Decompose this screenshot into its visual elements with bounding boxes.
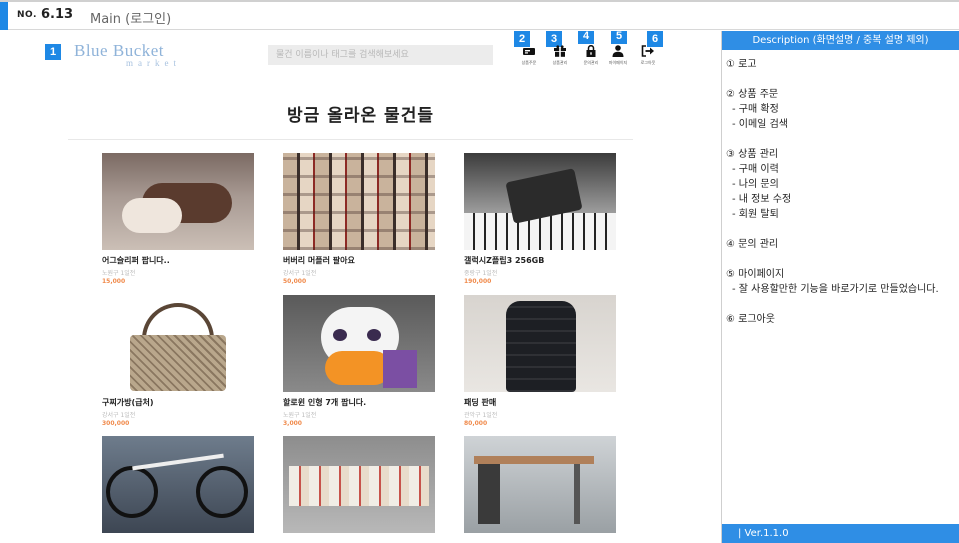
lock-icon <box>586 45 596 57</box>
description-subitem: - 나의 문의 <box>732 179 779 190</box>
description-subitem: - 구매 확정 <box>732 104 779 115</box>
description-item: ⑤ 마이페이지 - 잘 사용할만한 기능을 바로가기로 만들었습니다. <box>726 267 955 297</box>
description-item-title: ③ 상품 관리 <box>726 149 779 160</box>
description-item: ① 로고 <box>726 57 955 72</box>
product-image <box>102 295 254 392</box>
product-image <box>102 436 254 533</box>
product-name: 패딩 판매 <box>464 398 497 407</box>
page-title: 방금 올라온 물건들 <box>287 106 434 126</box>
annotation-badge-5: 5 <box>611 31 627 44</box>
version-label: | Ver.1.1.0 <box>722 524 959 543</box>
description-subitem: - 구매 이력 <box>732 164 779 175</box>
logo-subtext: market <box>126 58 181 68</box>
search-input[interactable] <box>268 45 493 65</box>
product-card[interactable] <box>283 436 435 538</box>
product-name: 어그슬리퍼 팝니다.. <box>102 256 170 265</box>
header-title: Main (로그인) <box>90 12 172 27</box>
screen-canvas: 1 2 3 4 5 6 Blue Bucket market 상품주문 <box>0 31 721 543</box>
product-card[interactable]: 패딩 판매 관악구 1일전 80,000 <box>464 295 616 427</box>
description-item-title: ① 로고 <box>726 59 757 70</box>
description-subitem: - 회원 탈퇴 <box>732 209 779 220</box>
description-subitem: - 잘 사용할만한 기능을 바로가기로 만들었습니다. <box>732 284 939 295</box>
description-item-title: ⑤ 마이페이지 <box>726 269 785 280</box>
product-price: 300,000 <box>102 420 130 427</box>
description-title: Description (화면설명 / 중복 설명 제외) <box>722 31 959 50</box>
product-card[interactable]: 갤럭시Z플립3 256GB 중랑구 1일전 190,000 <box>464 153 616 285</box>
storyboard-header: NO. 6.13 Main (로그인) <box>0 2 959 30</box>
nav-logout[interactable]: 로그아웃 <box>635 45 661 66</box>
product-card[interactable]: 구찌가방(급처) 강서구 1일전 300,000 <box>102 295 254 427</box>
nav-inquiry-label: 문의관리 <box>583 60 599 65</box>
product-image <box>283 295 435 392</box>
product-image <box>464 295 616 392</box>
logo[interactable]: Blue Bucket market <box>74 41 181 68</box>
order-icon <box>523 48 535 55</box>
product-location: 관악구 1일전 <box>464 412 498 419</box>
product-card[interactable]: 버버리 머플러 팔아요 강서구 1일전 50,000 <box>283 153 435 285</box>
product-location: 노원구 1일전 <box>283 412 317 419</box>
product-card[interactable]: 어그슬리퍼 팝니다.. 노원구 1일전 15,000 <box>102 153 254 285</box>
product-image <box>102 153 254 250</box>
description-item: ② 상품 주문 - 구매 확정 - 이메일 검색 <box>726 87 955 132</box>
logout-icon <box>641 45 654 57</box>
annotation-badge-4: 4 <box>578 31 594 44</box>
description-item: ⑥ 로그아웃 <box>726 312 955 327</box>
description-item: ④ 문의 관리 <box>726 237 955 252</box>
description-subitem: - 내 정보 수정 <box>732 194 792 205</box>
description-item-title: ④ 문의 관리 <box>726 239 779 250</box>
product-image <box>283 436 435 533</box>
product-price: 15,000 <box>102 278 126 285</box>
description-subitem: - 이메일 검색 <box>732 119 788 130</box>
product-price: 190,000 <box>464 278 492 285</box>
product-image <box>464 153 616 250</box>
nav-order-label: 상품주문 <box>521 60 537 65</box>
product-name: 구찌가방(급처) <box>102 398 154 407</box>
description-item-title: ② 상품 주문 <box>726 89 779 100</box>
nav-logout-label: 로그아웃 <box>640 60 656 65</box>
divider <box>68 139 633 140</box>
nav-goods[interactable]: 상품관리 <box>547 45 573 66</box>
nav-mypage-label: 마이페이지 <box>608 60 628 65</box>
product-location: 노원구 1일전 <box>102 270 136 277</box>
nav-goods-label: 상품관리 <box>552 60 568 65</box>
product-card[interactable] <box>464 436 616 538</box>
nav-mypage[interactable]: 마이페이지 <box>605 45 631 66</box>
description-item-title: ⑥ 로그아웃 <box>726 314 775 325</box>
product-location: 강서구 1일전 <box>102 412 136 419</box>
header-accent-bar <box>0 2 8 30</box>
nav-inquiry[interactable]: 문의관리 <box>578 45 604 66</box>
gift-icon <box>554 45 566 57</box>
annotation-badge-1: 1 <box>45 44 61 60</box>
product-card[interactable] <box>102 436 254 538</box>
user-icon <box>612 45 624 57</box>
header-no-label: NO. <box>17 10 37 20</box>
product-name: 할로윈 인형 7개 팝니다. <box>283 398 367 407</box>
product-price: 50,000 <box>283 278 307 285</box>
product-location: 중랑구 1일전 <box>464 270 498 277</box>
header-number: 6.13 <box>41 7 74 22</box>
storyboard-frame: NO. 6.13 Main (로그인) 1 2 3 4 5 6 Blue Buc… <box>0 0 959 543</box>
product-image <box>464 436 616 533</box>
product-name: 갤럭시Z플립3 256GB <box>464 256 545 265</box>
description-body: ① 로고 ② 상품 주문 - 구매 확정 - 이메일 검색 ③ 상품 관리 - 구매 이력… <box>722 50 959 327</box>
description-panel: Description (화면설명 / 중복 설명 제외) ① 로고 ② 상품 주… <box>721 31 959 543</box>
product-price: 80,000 <box>464 420 488 427</box>
nav-order[interactable]: 상품주문 <box>516 45 542 66</box>
product-card[interactable]: 할로윈 인형 7개 팝니다. 노원구 1일전 3,000 <box>283 295 435 427</box>
product-location: 강서구 1일전 <box>283 270 317 277</box>
product-price: 3,000 <box>283 420 302 427</box>
product-name: 버버리 머플러 팔아요 <box>283 256 355 265</box>
description-item: ③ 상품 관리 - 구매 이력 - 나의 문의 - 내 정보 수정 - 회원 탈퇴 <box>726 147 955 222</box>
product-image <box>283 153 435 250</box>
